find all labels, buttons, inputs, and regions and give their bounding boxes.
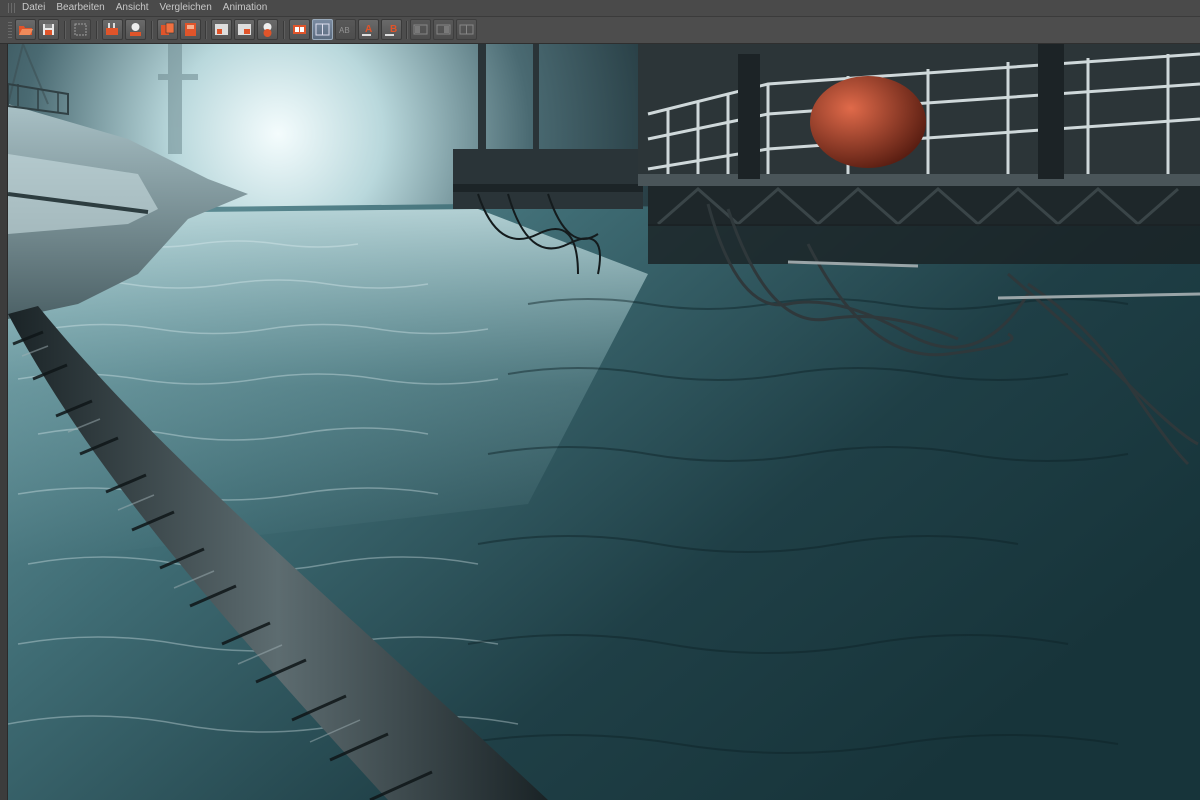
layer-stack-icon xyxy=(185,23,196,36)
toolbar-separator xyxy=(151,21,153,39)
layer-stack-button[interactable] xyxy=(180,19,201,40)
toolbar-grip-icon xyxy=(8,22,12,38)
render-frame-button[interactable] xyxy=(102,19,123,40)
left-panel-edge xyxy=(0,44,8,800)
toolbar-separator xyxy=(406,21,408,39)
snapshot-view-button[interactable] xyxy=(234,19,255,40)
menu-ansicht[interactable]: Ansicht xyxy=(116,0,149,16)
compare-split-button[interactable] xyxy=(312,19,333,40)
menu-bearbeiten[interactable]: Bearbeiten xyxy=(56,0,104,16)
snapshot-icon xyxy=(215,24,228,35)
compare-left-button[interactable] xyxy=(410,19,431,40)
svg-text:AB: AB xyxy=(339,26,350,35)
render-frame-icon xyxy=(106,23,118,35)
set-b-button[interactable]: B xyxy=(381,19,402,40)
open-image-button[interactable] xyxy=(15,19,36,40)
svg-text:B: B xyxy=(390,24,397,35)
compare-ab-icon: AB xyxy=(339,26,350,35)
compare-left-icon xyxy=(413,24,428,35)
toolbar: AB A B xyxy=(0,17,1200,44)
compare-swap-button[interactable] xyxy=(456,19,477,40)
toolbar-separator xyxy=(96,21,98,39)
menu-animation[interactable]: Animation xyxy=(223,0,267,16)
filmstrip-button[interactable] xyxy=(289,19,310,40)
toolbar-separator xyxy=(205,21,207,39)
save-image-button[interactable] xyxy=(38,19,59,40)
menu-grip-icon xyxy=(8,3,16,13)
region-render-button[interactable] xyxy=(70,19,91,40)
toolbar-separator xyxy=(283,21,285,39)
compare-right-button[interactable] xyxy=(433,19,454,40)
toolbar-separator xyxy=(64,21,66,39)
open-image-icon xyxy=(19,26,33,35)
orange-buoy xyxy=(810,76,926,168)
save-image-icon xyxy=(43,24,54,35)
menu-bar: Datei Bearbeiten Ansicht Vergleichen Ani… xyxy=(0,0,1200,17)
snapshot-button[interactable] xyxy=(211,19,232,40)
compare-right-icon xyxy=(436,24,451,35)
dock-platform-near xyxy=(638,44,1200,264)
stop-render-button[interactable] xyxy=(125,19,146,40)
svg-text:A: A xyxy=(365,24,372,35)
snapshot-view-icon xyxy=(238,24,251,35)
filmstrip-icon xyxy=(293,25,306,34)
render-image xyxy=(8,44,1200,800)
stop-render-icon xyxy=(130,23,141,36)
menu-vergleichen[interactable]: Vergleichen xyxy=(160,0,212,16)
menu-datei[interactable]: Datei xyxy=(22,0,45,16)
snapshot-person-button[interactable] xyxy=(257,19,278,40)
set-a-button[interactable]: A xyxy=(358,19,379,40)
compare-split-icon xyxy=(315,23,330,36)
snapshot-person-icon xyxy=(263,23,272,37)
render-viewport[interactable] xyxy=(8,44,1200,800)
set-b-icon: B xyxy=(385,24,397,36)
compare-ab-button[interactable]: AB xyxy=(335,19,356,40)
set-a-icon: A xyxy=(362,24,372,36)
compare-swap-icon xyxy=(459,24,474,35)
layer-copy-button[interactable] xyxy=(157,19,178,40)
region-render-icon xyxy=(74,23,87,36)
layer-copy-icon xyxy=(161,22,175,35)
